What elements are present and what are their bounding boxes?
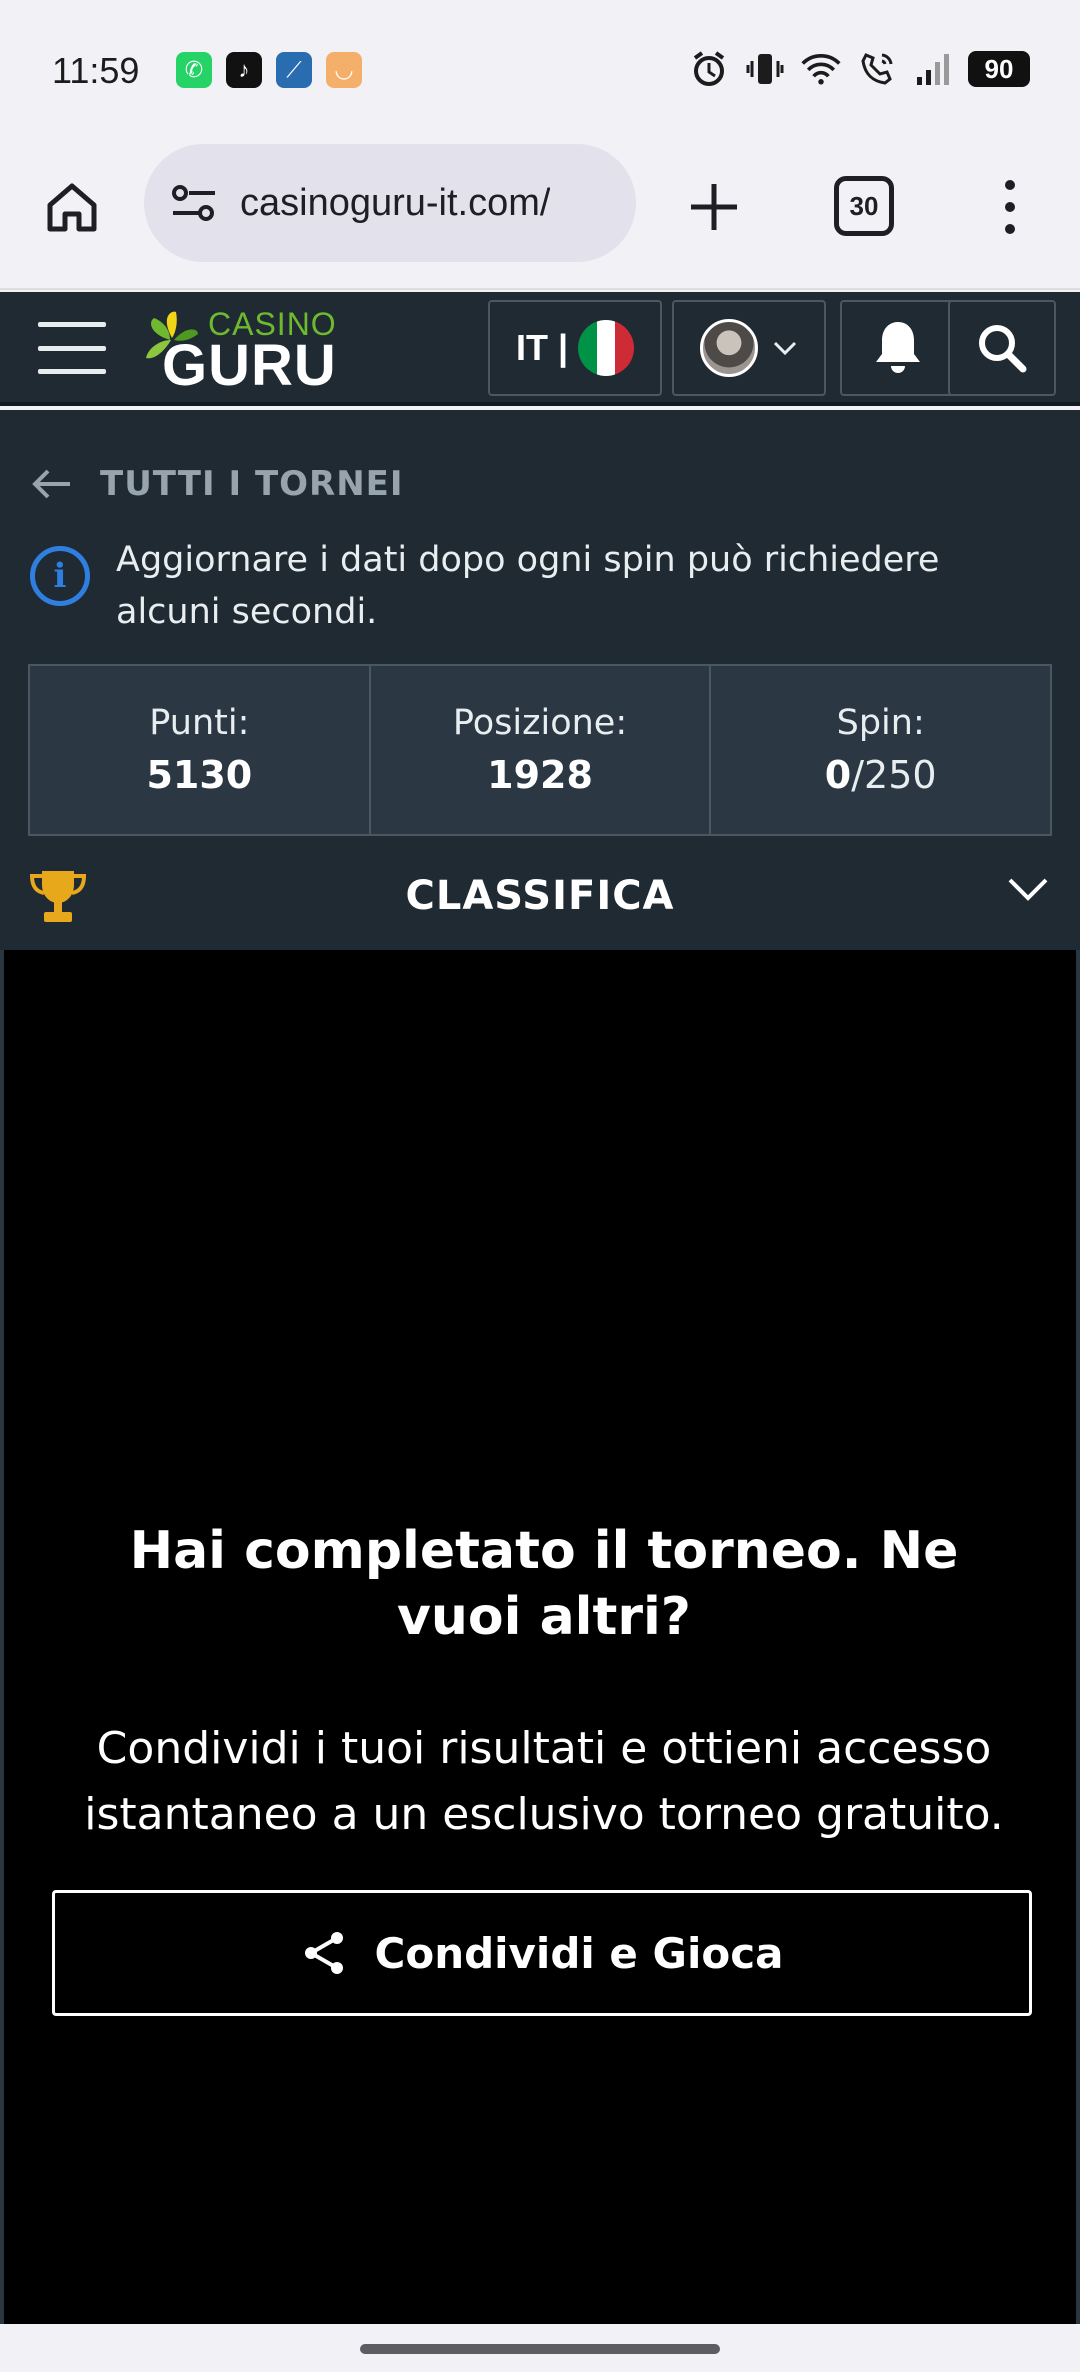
back-label: TUTTI I TORNEI [100,464,404,504]
vibrate-icon [744,48,786,90]
info-icon: i [30,546,90,606]
italy-flag-icon [578,320,635,376]
leaderboard-label: CLASSIFICA [405,873,675,919]
share-and-play-button[interactable]: Condividi e Gioca [52,1890,1032,2016]
site-settings-icon[interactable] [168,177,220,229]
home-button[interactable] [40,175,104,239]
status-bar: 11:59 ✆ ♪ ⟋ ◡ 90 [0,0,1080,140]
signal-icon [912,48,954,90]
tab-switcher-button[interactable]: 30 [834,176,894,236]
url-text: casinoguru-it.com/ [240,181,551,224]
search-button[interactable] [948,300,1056,396]
casino-guru-logo[interactable]: CASINO GURU [140,304,340,398]
bell-icon [876,322,920,373]
stat-position: Posizione: 1928 [371,666,712,834]
spins-used: 0 [824,753,852,797]
amazon-icon: ◡ [326,52,362,88]
wifi-icon [800,48,842,90]
arrow-left-icon [32,469,70,499]
sportsapp-icon: ⟋ [276,52,312,88]
browser-toolbar: casinoguru-it.com/ 30 [0,140,1080,290]
spins-separator: / [851,753,865,797]
stat-value: 1928 [487,753,593,797]
plus-icon [691,184,737,230]
browser-menu-button[interactable] [980,173,1040,241]
share-label: Condividi e Gioca [374,1928,784,1978]
whatsapp-icon: ✆ [176,52,212,88]
share-icon [304,1932,343,1974]
language-label: IT | [515,327,569,368]
system-nav-bar [0,2324,1080,2372]
tournament-panel: TUTTI I TORNEI i Aggiornare i dati dopo … [0,410,1080,950]
stats-box: Punti: 5130 Posizione: 1928 Spin: 0/250 [28,664,1052,836]
info-notice: i Aggiornare i dati dopo ogni spin può r… [30,534,1050,638]
system-icons: 90 [688,48,1030,90]
battery-indicator: 90 [968,51,1030,87]
address-bar[interactable]: casinoguru-it.com/ [144,144,636,262]
stat-spins: Spin: 0/250 [711,666,1050,834]
logo-guru-text: GURU [162,333,337,398]
home-icon [47,183,97,232]
alarm-icon [688,48,730,90]
notifications-button[interactable] [840,300,956,396]
language-selector[interactable]: IT | [488,300,662,396]
stat-value: 0/250 [825,753,937,797]
chevron-down-icon [1008,878,1048,901]
search-icon [979,325,1027,373]
notification-icons: ✆ ♪ ⟋ ◡ [176,52,362,88]
more-vert-icon [1005,180,1015,234]
stat-value: 5130 [146,753,253,797]
tiktok-icon: ♪ [226,52,262,88]
status-time: 11:59 [52,50,140,91]
back-to-tournaments-link[interactable]: TUTTI I TORNEI [30,464,404,504]
completion-title: Hai completato il torneo. Ne vuoi altri? [129,1521,959,1647]
trophy-icon [29,871,87,922]
new-tab-button[interactable] [680,173,748,241]
leaderboard-toggle[interactable]: CLASSIFICA [0,842,1080,950]
chevron-down-icon [773,341,797,356]
stat-label: Posizione: [452,703,628,743]
stat-label: Punti: [149,703,250,743]
hamburger-menu-icon[interactable] [38,322,106,374]
info-text: Aggiornare i dati dopo ogni spin può ric… [116,540,940,632]
user-menu-button[interactable] [672,300,826,396]
spins-total: 250 [864,753,937,797]
game-area: Hai completato il torneo. Ne vuoi altri?… [0,950,1080,2324]
stat-label: Spin: [836,703,925,743]
site-header: CASINO GURU IT | [0,292,1080,406]
gesture-handle[interactable] [360,2344,720,2354]
completion-text: Condividi i tuoi risultati e ottieni acc… [84,1723,1004,1840]
call-icon [856,48,898,90]
stat-points: Punti: 5130 [30,666,371,834]
avatar [700,319,758,377]
